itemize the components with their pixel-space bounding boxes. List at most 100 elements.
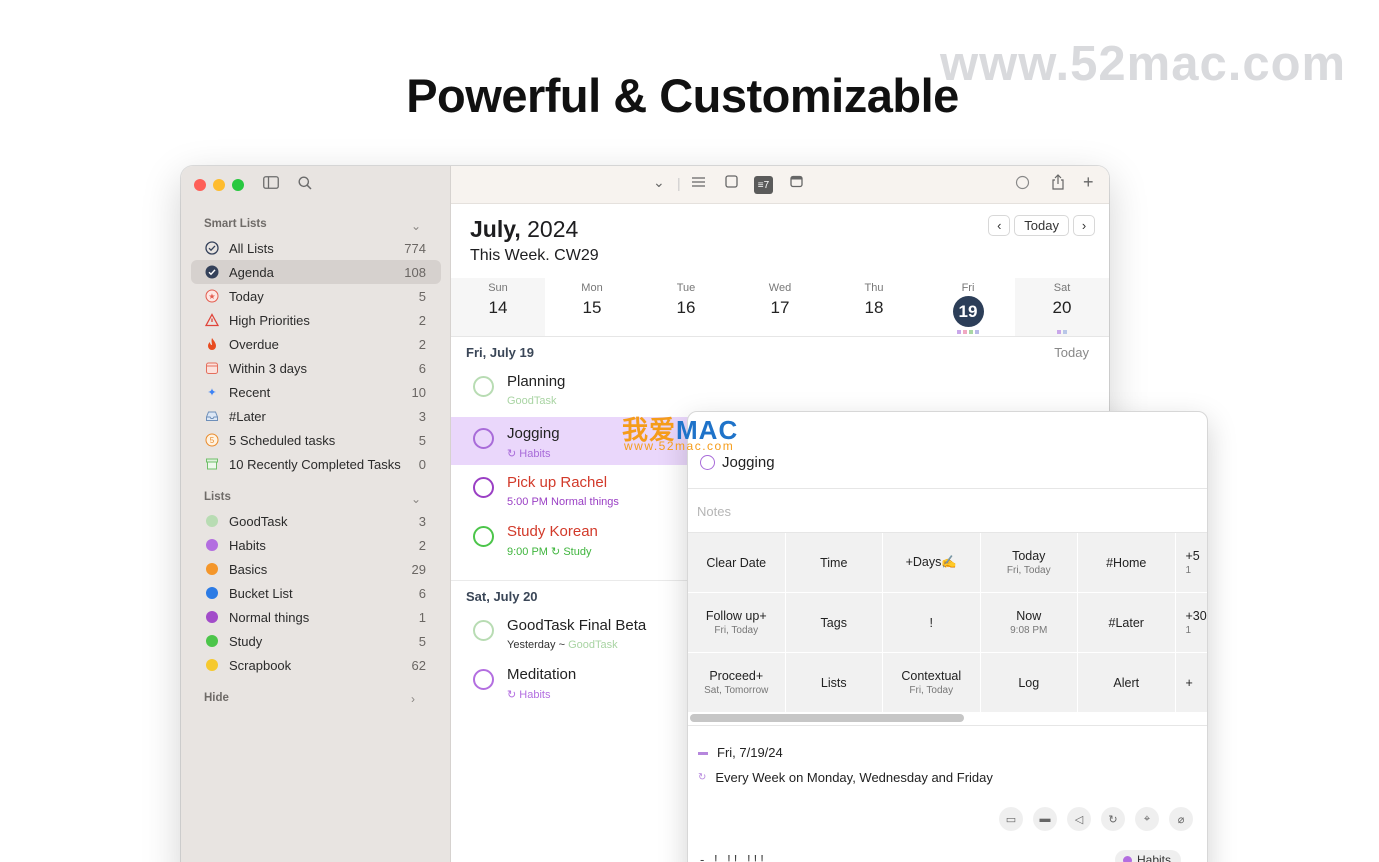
share-icon[interactable] [1051, 174, 1065, 193]
today-button[interactable]: Today [1014, 215, 1069, 236]
horizontal-scrollbar[interactable] [690, 714, 964, 722]
sidebar-item-bucket-list[interactable]: Bucket List 6 [191, 581, 441, 605]
sidebar-item-today[interactable]: ★ Today 5 [191, 284, 441, 308]
tags-button[interactable]: Tags [785, 593, 883, 653]
sidebar-item-basics[interactable]: Basics 29 [191, 557, 441, 581]
sidebar-item-habits[interactable]: Habits 2 [191, 533, 441, 557]
circle-icon[interactable] [1015, 175, 1030, 193]
priority-button[interactable]: ! [883, 593, 981, 653]
sidebar-item-count: 3 [418, 513, 426, 529]
chevron-down-icon[interactable]: ⌄ [411, 219, 421, 233]
day-sunday[interactable]: Sun 14 [451, 278, 545, 336]
log-button[interactable]: Log [980, 653, 1078, 713]
day-saturday[interactable]: Sat 20 [1015, 278, 1109, 336]
clear-date-button[interactable]: Clear Date [688, 533, 786, 593]
task-checkbox[interactable] [473, 620, 494, 641]
sidebar-item-scheduled-tasks[interactable]: 5 5 Scheduled tasks 5 [191, 428, 441, 452]
week-label: This Week. CW29 [470, 247, 599, 264]
day-thursday[interactable]: Thu 18 [827, 278, 921, 336]
speaker-icon[interactable]: ◁ [1067, 807, 1091, 831]
popup-task-checkbox[interactable] [700, 455, 715, 470]
notes-field[interactable]: Notes [697, 504, 731, 519]
due-date-row[interactable]: ▬ Fri, 7/19/24 [698, 745, 783, 760]
minimize-window-button[interactable] [213, 179, 225, 191]
plus-5-button[interactable]: +5 1 [1175, 533, 1207, 593]
sidebar-item-all-lists[interactable]: All Lists 774 [191, 236, 441, 260]
today-action-button[interactable]: Today Fri, Today [980, 533, 1078, 593]
task-title: Jogging [507, 425, 560, 442]
chevron-down-icon[interactable]: ⌄ [411, 492, 421, 506]
task-checkbox[interactable] [473, 428, 494, 449]
home-tag-button[interactable]: #Home [1078, 533, 1176, 593]
popup-title-text[interactable]: Jogging [722, 454, 775, 471]
hide-header[interactable]: Hide [204, 692, 229, 704]
search-icon[interactable] [298, 176, 312, 194]
task-checkbox[interactable] [473, 526, 494, 547]
time-button[interactable]: Time [785, 533, 883, 593]
chevron-down-icon[interactable]: ⌄ [653, 174, 665, 191]
contextual-button[interactable]: Contextual Fri, Today [883, 653, 981, 713]
day-tuesday[interactable]: Tue 16 [639, 278, 733, 336]
month-view-icon[interactable] [790, 175, 803, 191]
cell-label: Follow up+ [705, 609, 767, 623]
sidebar-item-goodtask[interactable]: GoodTask 3 [191, 509, 441, 533]
list-view-icon[interactable] [691, 175, 706, 191]
day-friday[interactable]: Fri 19 [921, 278, 1015, 336]
day-wednesday[interactable]: Wed 17 [733, 278, 827, 336]
day-view-icon[interactable] [725, 175, 738, 191]
alert-button[interactable]: Alert [1078, 653, 1176, 713]
sidebar-item-normal-things[interactable]: Normal things 1 [191, 605, 441, 629]
task-checkbox[interactable] [473, 669, 494, 690]
repeat-row[interactable]: ↻ Every Week on Monday, Wednesday and Fr… [698, 770, 993, 785]
zoom-window-button[interactable] [232, 179, 244, 191]
sidebar-item-overdue[interactable]: Overdue 2 [191, 332, 441, 356]
location-icon[interactable]: ⌖ [1135, 807, 1159, 831]
plus-30-button[interactable]: +30 1 [1175, 593, 1207, 653]
plus-more-button[interactable]: + [1175, 653, 1207, 713]
chevron-right-icon[interactable]: › [411, 692, 415, 706]
calendar-icon: ▬ [698, 747, 708, 758]
list-pill[interactable]: Habits [1115, 850, 1182, 862]
sidebar-item-high-priorities[interactable]: High Priorities 2 [191, 308, 441, 332]
sparkle-icon: ✦ [207, 386, 217, 399]
cell-label: +Days✍️ [905, 555, 957, 569]
date-icon[interactable]: ▬ [1033, 807, 1057, 831]
sidebar-item-scrapbook[interactable]: Scrapbook 62 [191, 653, 441, 677]
week-view-icon[interactable]: ≡7 [754, 176, 773, 194]
proceed-button[interactable]: Proceed+ Sat, Tomorrow [688, 653, 786, 713]
sidebar-toggle-icon[interactable] [263, 176, 279, 193]
repeat-icon[interactable]: ↻ [1101, 807, 1125, 831]
next-week-button[interactable]: › [1073, 215, 1095, 236]
attachment-icon[interactable]: ⌀ [1169, 807, 1193, 831]
task-checkbox[interactable] [473, 376, 494, 397]
day-event-marks [1015, 330, 1109, 334]
quick-action-grid: Clear Date Time +Days✍️ Today Fri, Today … [688, 533, 1207, 713]
watermark: www.52mac.com [940, 37, 1347, 91]
sidebar-item-study[interactable]: Study 5 [191, 629, 441, 653]
lists-header: Lists [204, 491, 231, 503]
lists-button[interactable]: Lists [785, 653, 883, 713]
task-checkbox[interactable] [473, 477, 494, 498]
day-monday[interactable]: Mon 15 [545, 278, 639, 336]
sidebar-item-recently-completed[interactable]: 10 Recently Completed Tasks 0 [191, 452, 441, 476]
previous-week-button[interactable]: ‹ [988, 215, 1011, 236]
priority-selector[interactable]: - ! !! !!! [700, 852, 767, 862]
follow-up-button[interactable]: Follow up+ Fri, Today [688, 593, 786, 653]
divider [688, 488, 1207, 489]
plus-days-button[interactable]: +Days✍️ [883, 533, 981, 593]
sidebar-item-recent[interactable]: ✦ Recent 10 [191, 380, 441, 404]
cell-label: Proceed+ [709, 669, 764, 683]
user-lists: GoodTask 3 Habits 2 Basics 29 Bucket Lis… [191, 509, 441, 677]
sidebar-item-later[interactable]: #Later 3 [191, 404, 441, 428]
later-tag-button[interactable]: #Later [1078, 593, 1176, 653]
sidebar-item-count: 62 [411, 657, 426, 673]
list-color-dot [205, 586, 219, 600]
now-button[interactable]: Now 9:08 PM [980, 593, 1078, 653]
sidebar-item-agenda[interactable]: Agenda 108 [191, 260, 441, 284]
task-row[interactable]: Planning GoodTask [451, 365, 1109, 413]
close-window-button[interactable] [194, 179, 206, 191]
calendar-icon[interactable]: ▭ [999, 807, 1023, 831]
add-icon[interactable]: + [1083, 172, 1094, 193]
sidebar-item-within-3-days[interactable]: Within 3 days 6 [191, 356, 441, 380]
list-color-dot [205, 634, 219, 648]
